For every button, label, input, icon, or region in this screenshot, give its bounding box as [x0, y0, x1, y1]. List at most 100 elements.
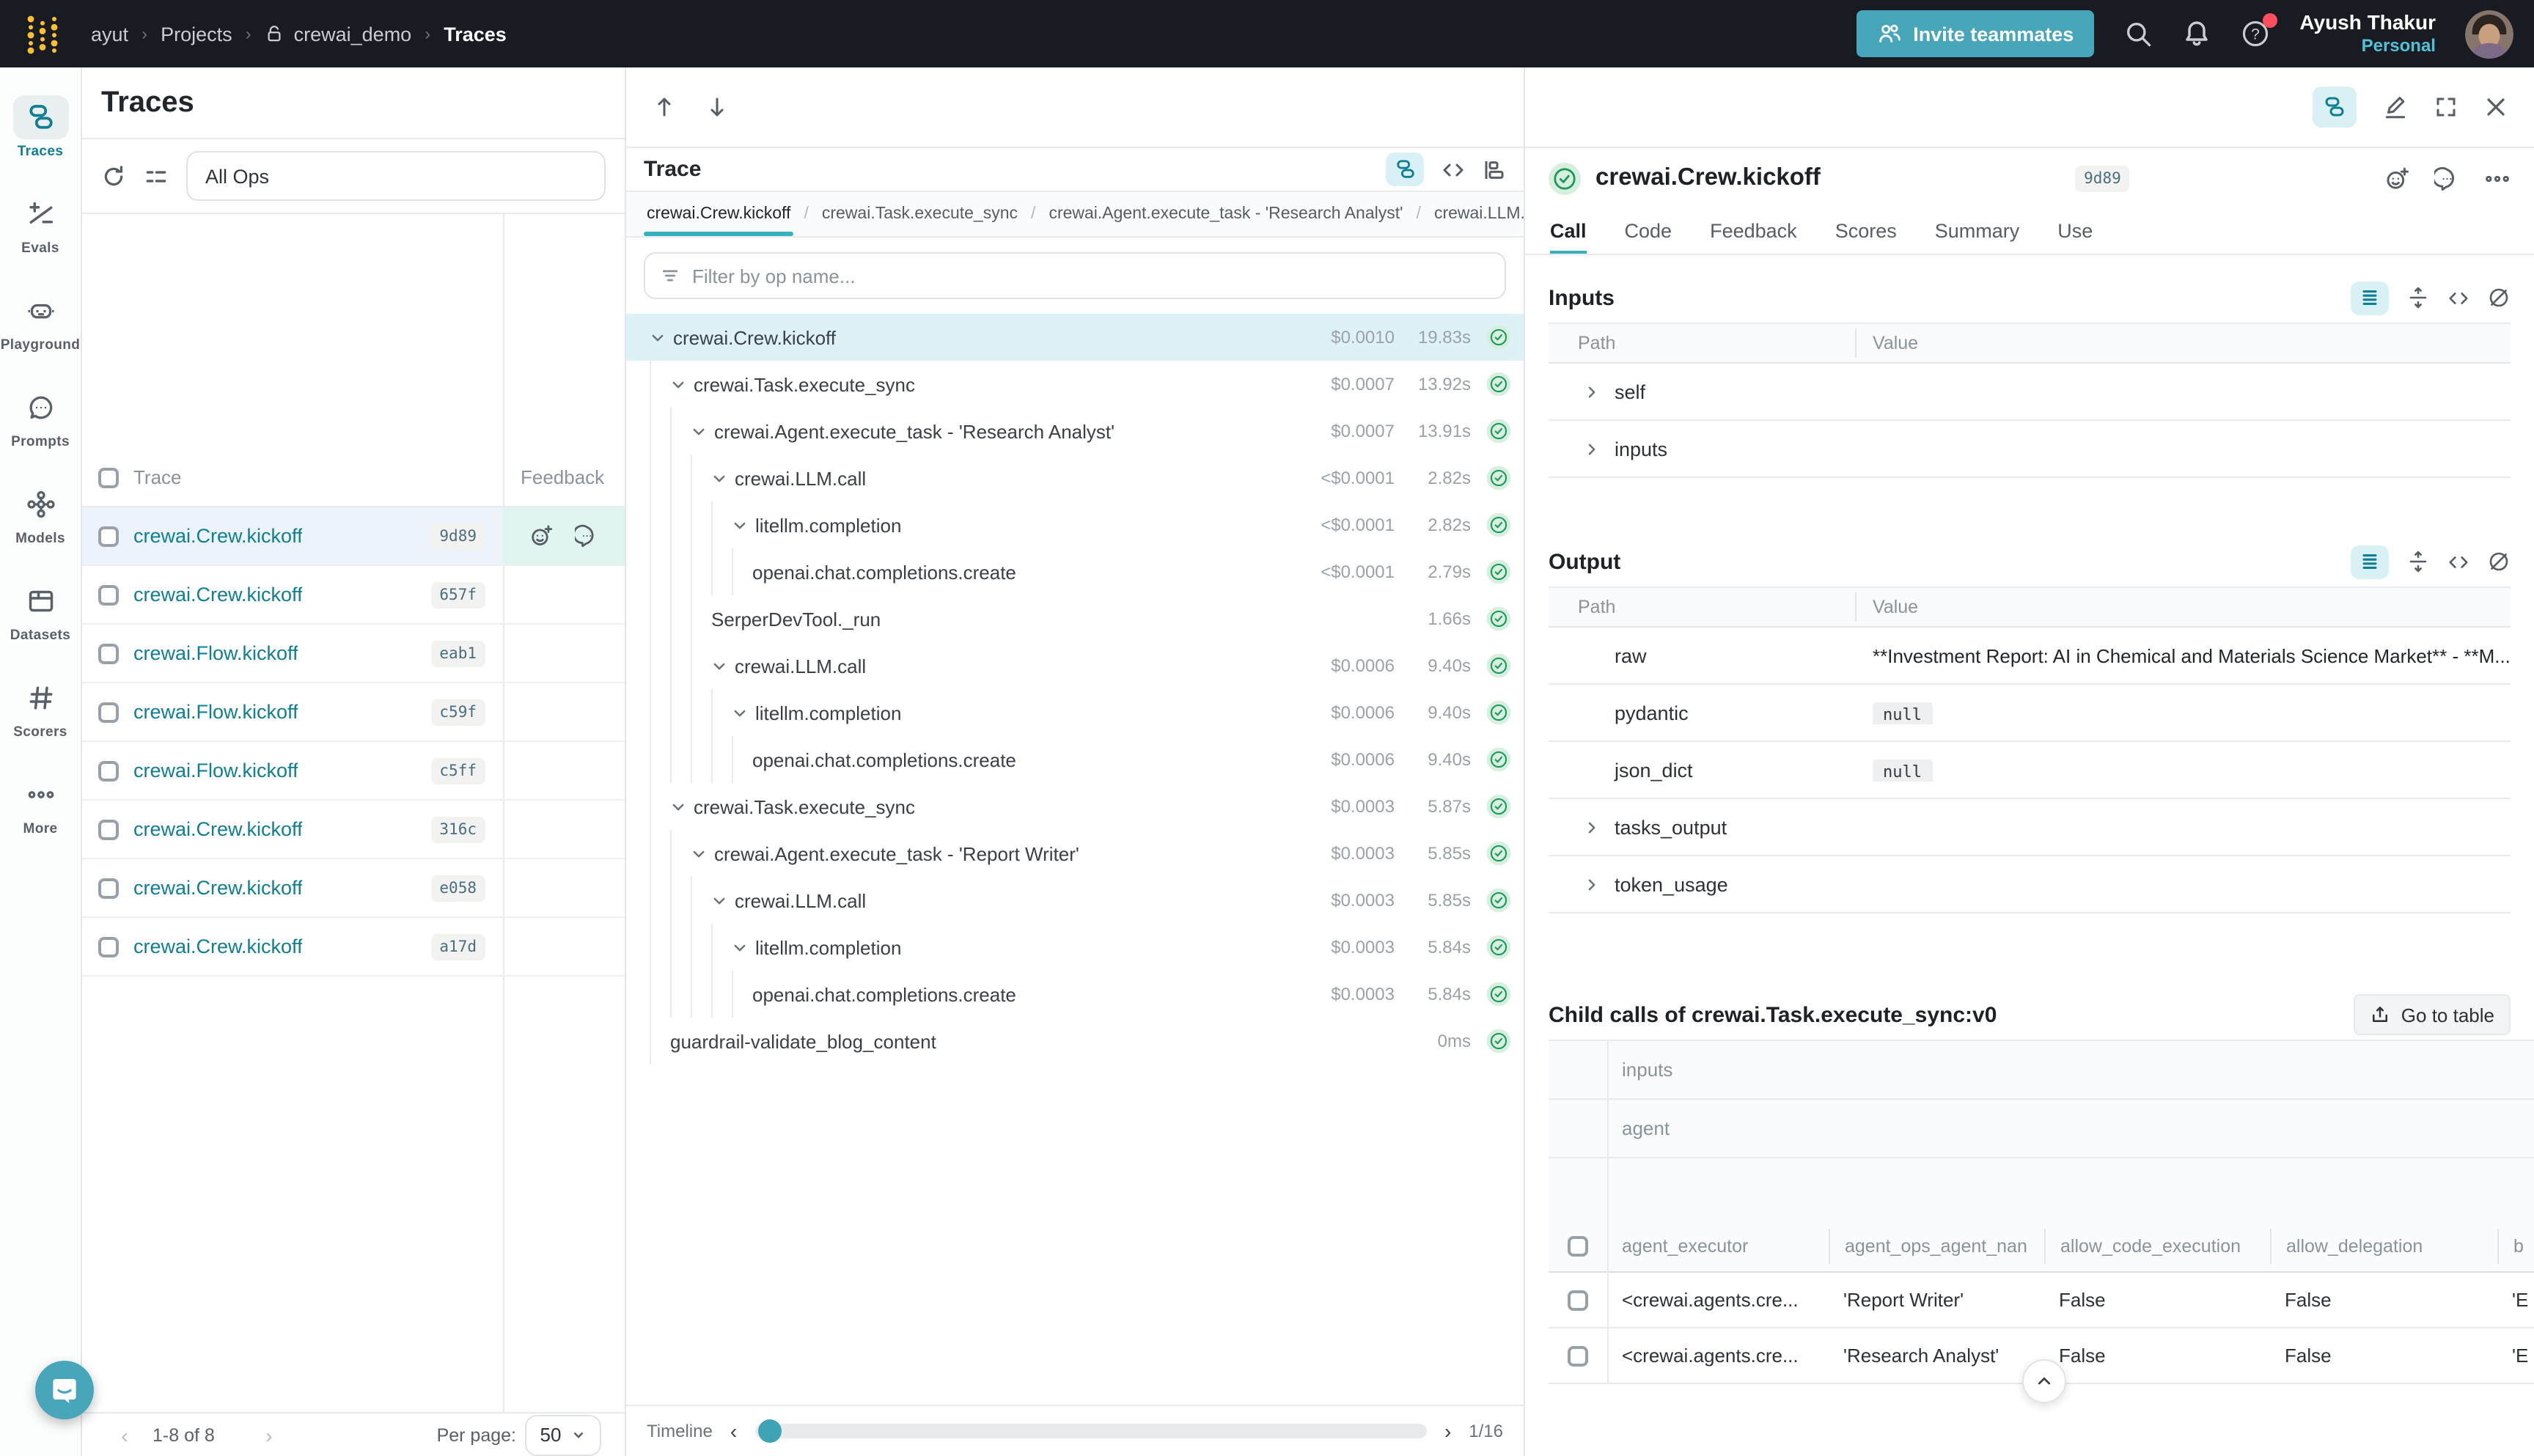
- list-view-icon[interactable]: [2351, 281, 2389, 315]
- feedback-cell[interactable]: [503, 918, 625, 975]
- trace-link[interactable]: crewai.Crew.kickoff: [133, 584, 303, 606]
- column-header-agent-executor[interactable]: agent_executor: [1607, 1228, 1829, 1263]
- feedback-cell[interactable]: [503, 625, 625, 682]
- trace-link[interactable]: crewai.Crew.kickoff: [133, 935, 303, 957]
- tab-feedback[interactable]: Feedback: [1710, 208, 1797, 254]
- code-view-icon[interactable]: [2447, 287, 2469, 309]
- close-icon[interactable]: [2484, 95, 2508, 119]
- op-filter-input[interactable]: [692, 265, 1490, 287]
- chevron-right-icon[interactable]: [1584, 441, 1615, 457]
- select-all-checkbox[interactable]: [1568, 1235, 1588, 1256]
- chevron-down-icon[interactable]: [732, 517, 755, 533]
- go-to-table-button[interactable]: Go to table: [2354, 994, 2511, 1035]
- tab-scores[interactable]: Scores: [1835, 208, 1897, 254]
- timeline-track[interactable]: [754, 1424, 1427, 1438]
- collapse-panel-button[interactable]: [2022, 1359, 2066, 1403]
- column-header-b[interactable]: b: [2497, 1228, 2534, 1263]
- row-checkbox[interactable]: [98, 526, 118, 546]
- avatar[interactable]: [2465, 10, 2513, 58]
- bell-icon[interactable]: [2182, 19, 2211, 48]
- table-row[interactable]: crewai.Flow.kickoff c5ff: [82, 742, 625, 801]
- search-icon[interactable]: [2123, 19, 2153, 48]
- trace-tab-0[interactable]: crewai.Crew.kickoff: [644, 192, 793, 236]
- prev-page-icon[interactable]: ‹: [106, 1423, 144, 1446]
- kv-row[interactable]: token_usage: [1549, 856, 2511, 913]
- user-menu[interactable]: Ayush Thakur Personal: [2299, 10, 2436, 58]
- tree-node[interactable]: openai.chat.completions.create $0.0006 9…: [626, 736, 1524, 783]
- add-reaction-icon[interactable]: [2384, 165, 2411, 191]
- chevron-down-icon[interactable]: [670, 376, 694, 392]
- chevron-right-icon[interactable]: [1584, 383, 1615, 400]
- tree-node[interactable]: crewai.Crew.kickoff $0.0010 19.83s: [626, 314, 1524, 361]
- tree-node[interactable]: litellm.completion $0.0006 9.40s: [626, 689, 1524, 736]
- code-view-icon[interactable]: [1442, 158, 1465, 181]
- column-header-agent-ops-agent-nan[interactable]: agent_ops_agent_nan: [1829, 1228, 2044, 1263]
- chevron-right-icon[interactable]: [1584, 876, 1615, 892]
- breadcrumb-item-ayut[interactable]: ayut: [91, 23, 128, 45]
- column-header-allow-delegation[interactable]: allow_delegation: [2270, 1228, 2497, 1263]
- feedback-cell[interactable]: [503, 507, 625, 565]
- table-row[interactable]: crewai.Crew.kickoff 9d89: [82, 507, 625, 566]
- table-row[interactable]: <crewai.agents.cre...'Report Writer'Fals…: [1549, 1273, 2534, 1328]
- sidebar-item-evals[interactable]: Evals: [0, 176, 81, 273]
- feedback-cell[interactable]: [503, 742, 625, 799]
- prev-call-icon[interactable]: [653, 95, 676, 119]
- kv-row[interactable]: json_dictnull: [1549, 742, 2511, 799]
- comment-icon[interactable]: [2434, 165, 2461, 191]
- chevron-down-icon[interactable]: [670, 798, 694, 815]
- trace-link[interactable]: crewai.Crew.kickoff: [133, 877, 303, 899]
- row-checkbox[interactable]: [98, 584, 118, 605]
- row-checkbox[interactable]: [98, 702, 118, 722]
- list-view-icon[interactable]: [2351, 545, 2389, 578]
- tab-summary[interactable]: Summary: [1935, 208, 2020, 254]
- wandb-logo-icon[interactable]: [21, 12, 65, 56]
- help-icon[interactable]: ?: [2241, 19, 2270, 48]
- table-row[interactable]: crewai.Flow.kickoff eab1: [82, 625, 625, 683]
- tree-node[interactable]: crewai.Agent.execute_task - 'Report Writ…: [626, 830, 1524, 877]
- row-checkbox[interactable]: [98, 936, 118, 957]
- trace-link[interactable]: crewai.Flow.kickoff: [133, 701, 298, 723]
- call-id-badge[interactable]: 9d89: [2075, 165, 2130, 191]
- show-trace-icon[interactable]: [2313, 87, 2357, 128]
- table-row[interactable]: crewai.Crew.kickoff 316c: [82, 801, 625, 859]
- tree-node[interactable]: litellm.completion <$0.0001 2.82s: [626, 501, 1524, 548]
- chevron-down-icon[interactable]: [691, 845, 714, 861]
- trace-tab-2[interactable]: crewai.Agent.execute_task - 'Research An…: [1046, 192, 1406, 236]
- chevron-down-icon[interactable]: [691, 423, 714, 439]
- tree-node[interactable]: openai.chat.completions.create <$0.0001 …: [626, 548, 1524, 595]
- refresh-icon[interactable]: [101, 163, 126, 188]
- sidebar-item-traces[interactable]: Traces: [0, 79, 81, 176]
- sidebar-item-prompts[interactable]: Prompts: [0, 369, 81, 466]
- sidebar-item-models[interactable]: Models: [0, 466, 81, 563]
- sidebar-item-playground[interactable]: Playground: [0, 273, 81, 369]
- tree-node[interactable]: guardrail-validate_blog_content 0ms: [626, 1018, 1524, 1065]
- expand-rows-icon[interactable]: [2406, 550, 2430, 573]
- trace-link[interactable]: crewai.Crew.kickoff: [133, 525, 303, 547]
- feedback-cell[interactable]: [503, 566, 625, 623]
- kv-row[interactable]: self: [1549, 364, 2511, 421]
- feedback-cell[interactable]: [503, 859, 625, 916]
- sidebar-item-datasets[interactable]: Datasets: [0, 563, 81, 660]
- timeline-prev-icon[interactable]: ‹: [730, 1419, 737, 1443]
- feedback-cell[interactable]: [503, 801, 625, 858]
- row-checkbox[interactable]: [98, 878, 118, 898]
- chevron-down-icon[interactable]: [732, 939, 755, 955]
- tree-node[interactable]: SerperDevTool._run 1.66s: [626, 595, 1524, 642]
- tree-node[interactable]: crewai.Agent.execute_task - 'Research An…: [626, 408, 1524, 455]
- row-checkbox[interactable]: [98, 643, 118, 663]
- row-checkbox[interactable]: [1568, 1345, 1588, 1366]
- column-header-allow-code-execution[interactable]: allow_code_execution: [2044, 1228, 2270, 1263]
- fullscreen-icon[interactable]: [2434, 95, 2458, 119]
- trace-tab-1[interactable]: crewai.Task.execute_sync: [819, 192, 1021, 236]
- chevron-down-icon[interactable]: [650, 329, 673, 345]
- tree-view-icon[interactable]: [1386, 152, 1424, 186]
- trace-link[interactable]: crewai.Flow.kickoff: [133, 760, 298, 782]
- tree-node[interactable]: crewai.LLM.call <$0.0001 2.82s: [626, 455, 1524, 501]
- table-row[interactable]: crewai.Flow.kickoff c59f: [82, 683, 625, 742]
- hide-values-icon[interactable]: [2487, 286, 2511, 309]
- per-page-select[interactable]: 50: [525, 1414, 601, 1455]
- breadcrumb-item-crewai-demo[interactable]: crewai_demo: [265, 23, 412, 45]
- invite-teammates-button[interactable]: Invite teammates: [1856, 10, 2094, 57]
- table-row[interactable]: crewai.Crew.kickoff a17d: [82, 918, 625, 977]
- row-checkbox[interactable]: [98, 760, 118, 781]
